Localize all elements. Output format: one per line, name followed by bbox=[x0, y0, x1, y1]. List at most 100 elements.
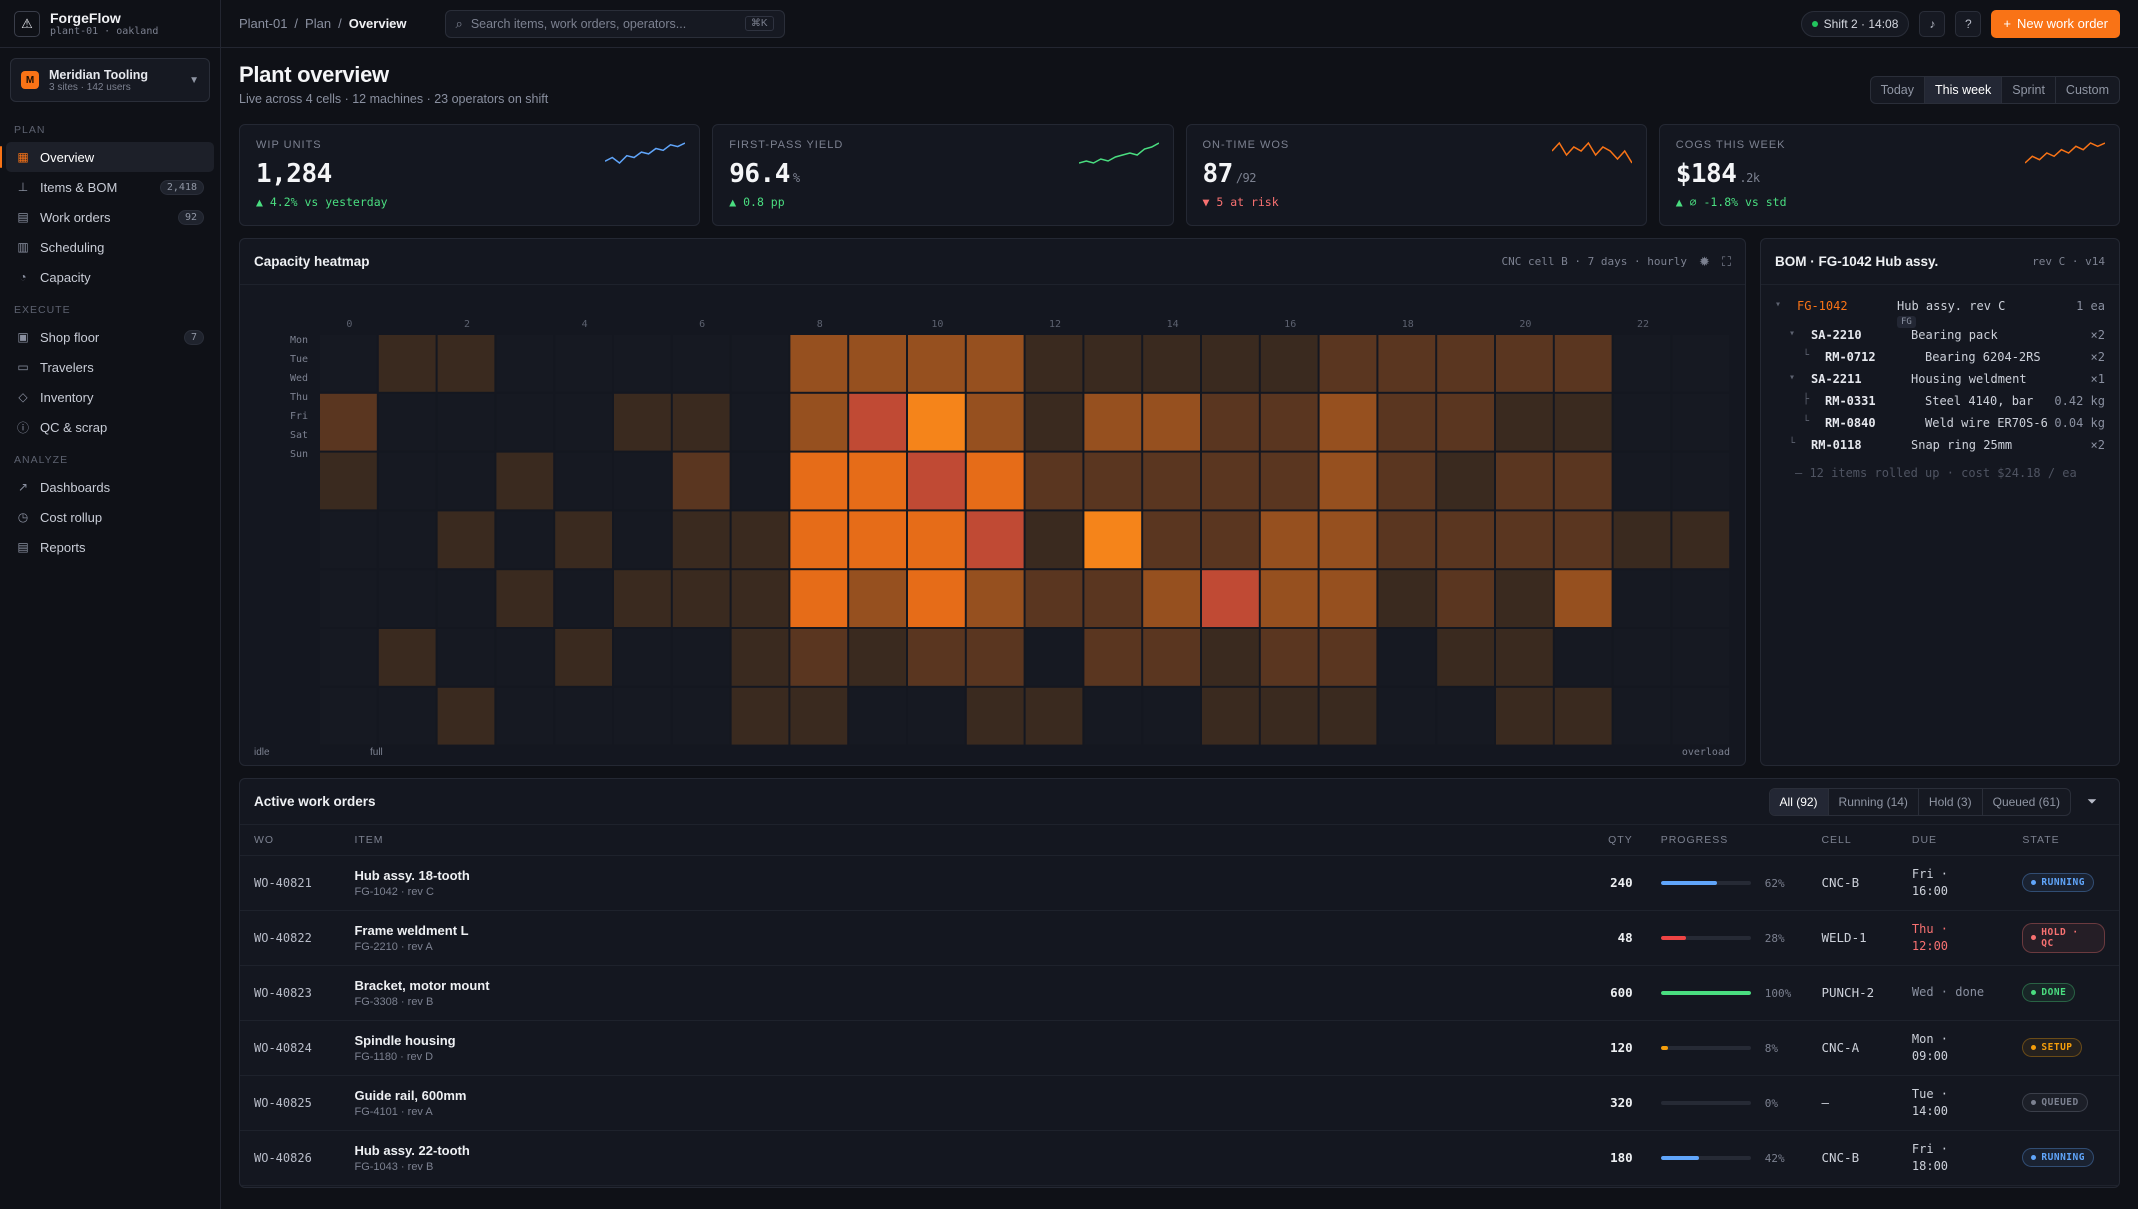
column-header[interactable]: CELL bbox=[1807, 825, 1898, 856]
heatmap-cell[interactable] bbox=[1378, 511, 1436, 569]
status-badge[interactable]: DONE bbox=[2022, 983, 2076, 1002]
heatmap-cell[interactable] bbox=[437, 335, 495, 392]
heatmap-cell[interactable] bbox=[966, 511, 1024, 569]
heatmap-cell[interactable] bbox=[378, 687, 436, 745]
settings-icon[interactable]: ✹ bbox=[1699, 254, 1710, 270]
heatmap-cell[interactable] bbox=[1143, 335, 1200, 392]
heatmap-cell[interactable] bbox=[1025, 629, 1083, 686]
heatmap-cell[interactable] bbox=[1613, 629, 1671, 686]
heatmap-cell[interactable] bbox=[496, 629, 554, 686]
range-sprint[interactable]: Sprint bbox=[2002, 77, 2056, 103]
heatmap-cell[interactable] bbox=[614, 511, 671, 569]
heatmap-cell[interactable] bbox=[1613, 687, 1671, 745]
heatmap-cell[interactable] bbox=[1319, 452, 1377, 510]
heatmap-cell[interactable] bbox=[731, 511, 789, 569]
heatmap-cell[interactable] bbox=[1260, 511, 1318, 569]
heatmap-cell[interactable] bbox=[1496, 335, 1553, 392]
heatmap-cell[interactable] bbox=[849, 570, 906, 627]
column-header[interactable]: PROGRESS bbox=[1646, 825, 1808, 856]
heatmap-cell[interactable] bbox=[555, 629, 612, 686]
heatmap-cell[interactable] bbox=[908, 629, 965, 686]
heatmap-cell[interactable] bbox=[320, 511, 377, 569]
heatmap-cell[interactable] bbox=[1260, 335, 1318, 392]
wo-id[interactable]: WO-40823 bbox=[240, 965, 341, 1021]
heatmap-cell[interactable] bbox=[1554, 570, 1612, 627]
heatmap-cell[interactable] bbox=[966, 629, 1024, 686]
filter-tab[interactable]: Running (14) bbox=[1829, 788, 1919, 815]
kpi-card[interactable]: COGS THIS WEEK $184.2k ▲ ∅ -1.8% vs std bbox=[1658, 124, 2120, 226]
heatmap-cell[interactable] bbox=[614, 452, 671, 510]
search-input[interactable] bbox=[470, 16, 737, 31]
heatmap-cell[interactable] bbox=[1554, 687, 1612, 745]
heatmap-cell[interactable] bbox=[1378, 629, 1436, 686]
heatmap-cell[interactable] bbox=[1496, 687, 1553, 745]
wo-id[interactable]: WO-40824 bbox=[240, 1020, 341, 1076]
sidebar-item-travelers[interactable]: ▭ Travelers bbox=[6, 352, 214, 382]
heatmap-cell[interactable] bbox=[731, 393, 789, 451]
new-work-order-button[interactable]: + New work order bbox=[1991, 9, 2120, 38]
bom-row[interactable]: └ RM-0712 Bearing 6204-2RS ×2 bbox=[1775, 350, 2105, 372]
heatmap-cell[interactable] bbox=[1437, 393, 1494, 451]
heatmap-cell[interactable] bbox=[1437, 570, 1494, 627]
heatmap-cell[interactable] bbox=[1437, 687, 1494, 745]
heatmap-cell[interactable] bbox=[1378, 570, 1436, 627]
heatmap-cell[interactable] bbox=[496, 452, 554, 510]
heatmap-cell[interactable] bbox=[1260, 393, 1318, 451]
heatmap-cell[interactable] bbox=[1084, 393, 1142, 451]
heatmap-cell[interactable] bbox=[1496, 629, 1553, 686]
heatmap-cell[interactable] bbox=[731, 570, 789, 627]
heatmap-cell[interactable] bbox=[1496, 511, 1553, 569]
heatmap-cell[interactable] bbox=[1202, 570, 1259, 627]
heatmap-cell[interactable] bbox=[614, 393, 671, 451]
table-row[interactable]: WO-40826 Hub assy. 22-tooth FG-1043 · rev… bbox=[240, 1130, 2119, 1186]
heatmap-cell[interactable] bbox=[1084, 570, 1142, 627]
heatmap-cell[interactable] bbox=[1202, 393, 1259, 451]
heatmap-cell[interactable] bbox=[1202, 629, 1259, 686]
heatmap-cell[interactable] bbox=[437, 687, 495, 745]
heatmap-cell[interactable] bbox=[1025, 393, 1083, 451]
kpi-card[interactable]: WIP UNITS 1,284 ▲ 4.2% vs yesterday bbox=[239, 124, 701, 226]
heatmap-cell[interactable] bbox=[555, 335, 612, 392]
bom-row[interactable]: └ RM-0840 Weld wire ER70S-6 0.04 kg bbox=[1775, 416, 2105, 438]
sidebar-item-inventory[interactable]: ◇ Inventory bbox=[6, 382, 214, 412]
heatmap-cell[interactable] bbox=[1496, 570, 1553, 627]
heatmap-cell[interactable] bbox=[1260, 687, 1318, 745]
heatmap-cell[interactable] bbox=[849, 511, 906, 569]
kpi-card[interactable]: ON-TIME WOS 87/92 ▼ 5 at risk bbox=[1185, 124, 1647, 226]
heatmap-cell[interactable] bbox=[672, 335, 730, 392]
heatmap-cell[interactable] bbox=[1496, 452, 1553, 510]
status-badge[interactable]: RUNNING bbox=[2022, 873, 2094, 892]
heatmap-cell[interactable] bbox=[1084, 629, 1142, 686]
sidebar-item-overview[interactable]: ▦ Overview bbox=[0, 142, 214, 172]
status-badge[interactable]: RUNNING bbox=[2022, 1148, 2094, 1167]
heatmap-cell[interactable] bbox=[672, 511, 730, 569]
heatmap-cell[interactable] bbox=[1613, 511, 1671, 569]
heatmap-cell[interactable] bbox=[320, 629, 377, 686]
heatmap-cell[interactable] bbox=[614, 335, 671, 392]
heatmap-cell[interactable] bbox=[1143, 511, 1200, 569]
heatmap-cell[interactable] bbox=[496, 393, 554, 451]
heatmap-cell[interactable] bbox=[1260, 452, 1318, 510]
brand[interactable]: ⚠ ForgeFlow plant-01 · oakland bbox=[0, 0, 220, 48]
shift-indicator[interactable]: Shift 2 · 14:08 bbox=[1800, 10, 1910, 37]
heatmap-cell[interactable] bbox=[849, 629, 906, 686]
table-row[interactable]: WO-40825 Guide rail, 600mm FG-4101 · rev … bbox=[240, 1075, 2119, 1131]
range-today[interactable]: Today bbox=[1871, 77, 1925, 103]
column-header[interactable]: STATE bbox=[2008, 825, 2119, 856]
bom-row[interactable]: ├ RM-0331 Steel 4140, bar 0.42 kg bbox=[1775, 394, 2105, 416]
heatmap-cell[interactable] bbox=[1025, 335, 1083, 392]
heatmap-cell[interactable] bbox=[1437, 511, 1494, 569]
heatmap-cell[interactable] bbox=[1437, 629, 1494, 686]
heatmap-cell[interactable] bbox=[790, 570, 848, 627]
heatmap-cell[interactable] bbox=[496, 570, 554, 627]
heatmap-cell[interactable] bbox=[849, 393, 906, 451]
bom-row[interactable]: ▾ FG-1042 Hub assy. rev C FG 1 ea bbox=[1775, 299, 2105, 328]
heatmap-cell[interactable] bbox=[378, 629, 436, 686]
heatmap-cell[interactable] bbox=[966, 570, 1024, 627]
wo-id[interactable]: WO-40826 bbox=[240, 1130, 341, 1186]
heatmap-cell[interactable] bbox=[555, 393, 612, 451]
heatmap-cell[interactable] bbox=[1378, 393, 1436, 451]
breadcrumb-plant[interactable]: Plant-01 bbox=[239, 16, 287, 31]
heatmap-cell[interactable] bbox=[790, 452, 848, 510]
heatmap-cell[interactable] bbox=[1672, 570, 1730, 627]
